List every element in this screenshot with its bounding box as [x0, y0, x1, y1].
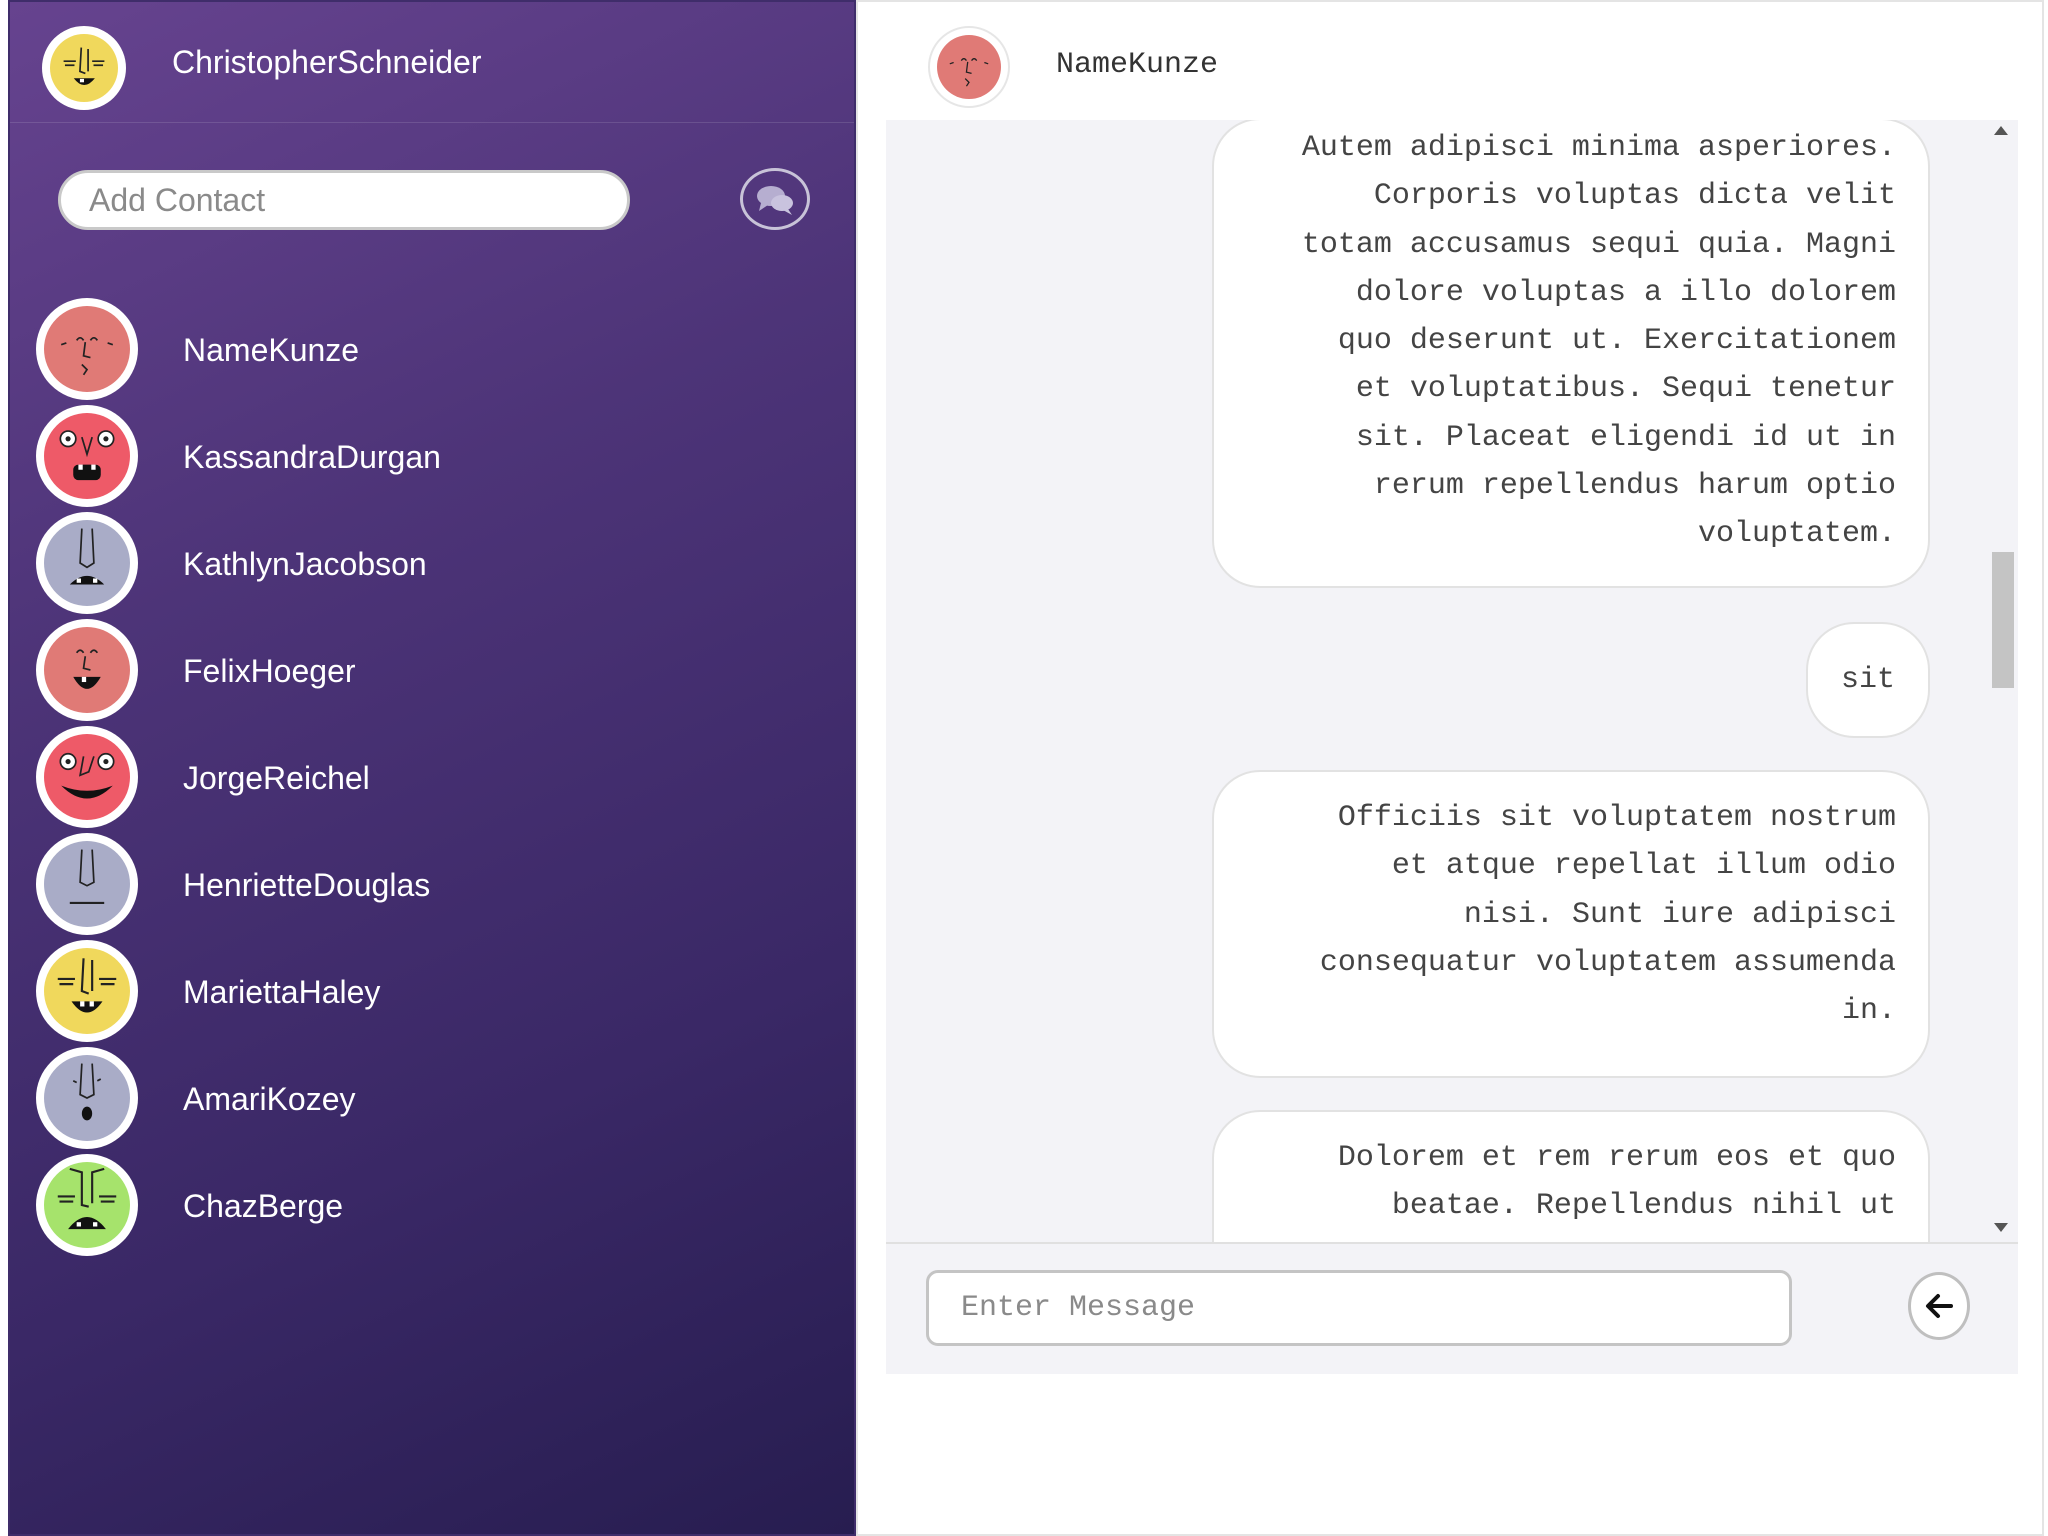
contact-avatar: [36, 512, 138, 614]
contact-item[interactable]: MariettaHaley: [10, 924, 854, 1044]
contact-item[interactable]: KathlynJacobson: [10, 496, 854, 616]
message-line: Officiis sit voluptatem nostrum: [1337, 801, 1896, 835]
current-user-avatar[interactable]: [42, 26, 126, 110]
grey-face-avatar-icon: [44, 520, 130, 606]
contact-name: HenrietteDouglas: [183, 867, 431, 903]
grey-face-avatar-icon: [44, 841, 130, 927]
contact-item[interactable]: ChazBerge: [10, 1138, 854, 1258]
contact-name: AmariKozey: [183, 1081, 356, 1117]
message-line: et voluptatibus. Sequi tenetur: [1355, 372, 1896, 407]
contact-item[interactable]: JorgeReichel: [10, 710, 854, 830]
contact-avatar: [36, 619, 138, 721]
contact-avatar: [36, 1154, 138, 1256]
contact-name: MariettaHaley: [183, 974, 381, 1010]
contact-item[interactable]: NameKunze: [10, 282, 854, 402]
message-line: Dolorem et rem rerum eos et quo: [1337, 1141, 1896, 1175]
message-bubble: Autem adipisci minima asperiores. Corpor…: [1212, 120, 1930, 588]
contact-item[interactable]: FelixHoeger: [10, 603, 854, 723]
messenger-app: ChristopherSchneider Add Contact NameKun…: [0, 0, 2048, 1536]
message-line: in.: [1841, 994, 1896, 1029]
message-line: nisi. Sunt iure adipisci: [1463, 897, 1896, 932]
message-line: voluptatem.: [1697, 517, 1896, 552]
message-line: consequatur voluptatem assumenda: [1319, 945, 1896, 980]
message-line: quo deserunt ut. Exercitationem: [1337, 324, 1896, 359]
face-icon: [57, 1167, 117, 1230]
grey-face-avatar-icon: [44, 1055, 130, 1141]
scrollbar-thumb[interactable]: [1992, 552, 2014, 688]
salmon-face-avatar-icon: [937, 35, 1001, 99]
contact-item[interactable]: AmariKozey: [10, 1031, 854, 1151]
arrow-left-icon: [1926, 1294, 1953, 1318]
contact-name: KassandraDurgan: [183, 439, 441, 475]
chat-header: NameKunze: [858, 2, 2042, 120]
face-icon: [57, 958, 117, 1013]
contact-name: KathlynJacobson: [183, 546, 427, 582]
face-icon: [59, 430, 115, 481]
contact-avatar: [36, 405, 138, 507]
message-line: sit. Placeat eligendi id ut in: [1355, 420, 1896, 455]
pink-face-avatar-icon: [44, 734, 130, 820]
contact-name: FelixHoeger: [183, 653, 356, 689]
contact-item[interactable]: HenrietteDouglas: [10, 817, 854, 937]
face-icon: [949, 58, 989, 87]
current-user-name: ChristopherSchneider: [172, 44, 482, 80]
message-bubble: Dolorem et rem rerum eos et quo beatae. …: [1212, 1110, 1930, 1242]
chat-bubbles-icon: [757, 186, 793, 215]
salmon-face-avatar-icon: [44, 627, 130, 713]
chat-panel: NameKunze Autem adipisci minima asperior…: [856, 0, 2044, 1536]
face-icon: [59, 752, 115, 799]
chat-peer-avatar[interactable]: [928, 26, 1010, 108]
message-list[interactable]: Autem adipisci minima asperiores. Corpor…: [886, 120, 2018, 1242]
face-icon: [69, 849, 105, 904]
message-line: rerum repellendus harum optio: [1373, 469, 1896, 504]
scroll-down-arrow-icon[interactable]: [1994, 1223, 2008, 1232]
message-line: Autem adipisci minima asperiores.: [1301, 131, 1896, 165]
contact-name: NameKunze: [183, 332, 360, 368]
send-button[interactable]: [1908, 1272, 1970, 1340]
message-line: et atque repellat illum odio: [1391, 849, 1896, 884]
current-user-header: ChristopherSchneider: [10, 2, 854, 123]
yellow-face-avatar-icon: [44, 948, 130, 1034]
scroll-up-arrow-icon[interactable]: [1994, 126, 2008, 135]
face-icon: [60, 336, 114, 376]
green-face-avatar-icon: [44, 1162, 130, 1248]
message-bubble: Officiis sit voluptatem nostrum et atque…: [1212, 770, 1930, 1078]
pink-face-avatar-icon: [44, 413, 130, 499]
message-line: dolore voluptas a illo dolorem: [1355, 275, 1896, 310]
contact-avatar: [36, 940, 138, 1042]
face-icon: [73, 649, 101, 689]
contact-item[interactable]: KassandraDurgan: [10, 389, 854, 509]
message-composer: [886, 1242, 2018, 1374]
chat-peer-name: NameKunze: [1056, 48, 1219, 82]
add-contact-input[interactable]: [58, 170, 630, 230]
message-line: sit: [1840, 663, 1895, 697]
message-bubble: sit: [1806, 622, 1930, 738]
message-line: beatae. Repellendus nihil ut: [1391, 1189, 1896, 1224]
contact-name: JorgeReichel: [183, 760, 370, 796]
contact-avatar: [36, 298, 138, 400]
message-line: totam accusamus sequi quia. Magni: [1301, 227, 1896, 262]
sidebar: ChristopherSchneider Add Contact NameKun…: [8, 0, 856, 1536]
message-scrollbar[interactable]: [1988, 120, 2018, 1242]
message-input[interactable]: [926, 1270, 1792, 1346]
face-icon: [69, 528, 105, 585]
new-chat-button[interactable]: [740, 168, 810, 230]
contact-avatar: [36, 833, 138, 935]
salmon-face-avatar-icon: [44, 306, 130, 392]
contact-name: ChazBerge: [183, 1188, 344, 1224]
yellow-face-avatar-icon: [50, 34, 118, 102]
face-icon: [63, 47, 105, 85]
message-line: Corporis voluptas dicta velit: [1373, 179, 1896, 214]
contact-avatar: [36, 1047, 138, 1149]
contact-avatar: [36, 726, 138, 828]
face-icon: [72, 1063, 102, 1121]
